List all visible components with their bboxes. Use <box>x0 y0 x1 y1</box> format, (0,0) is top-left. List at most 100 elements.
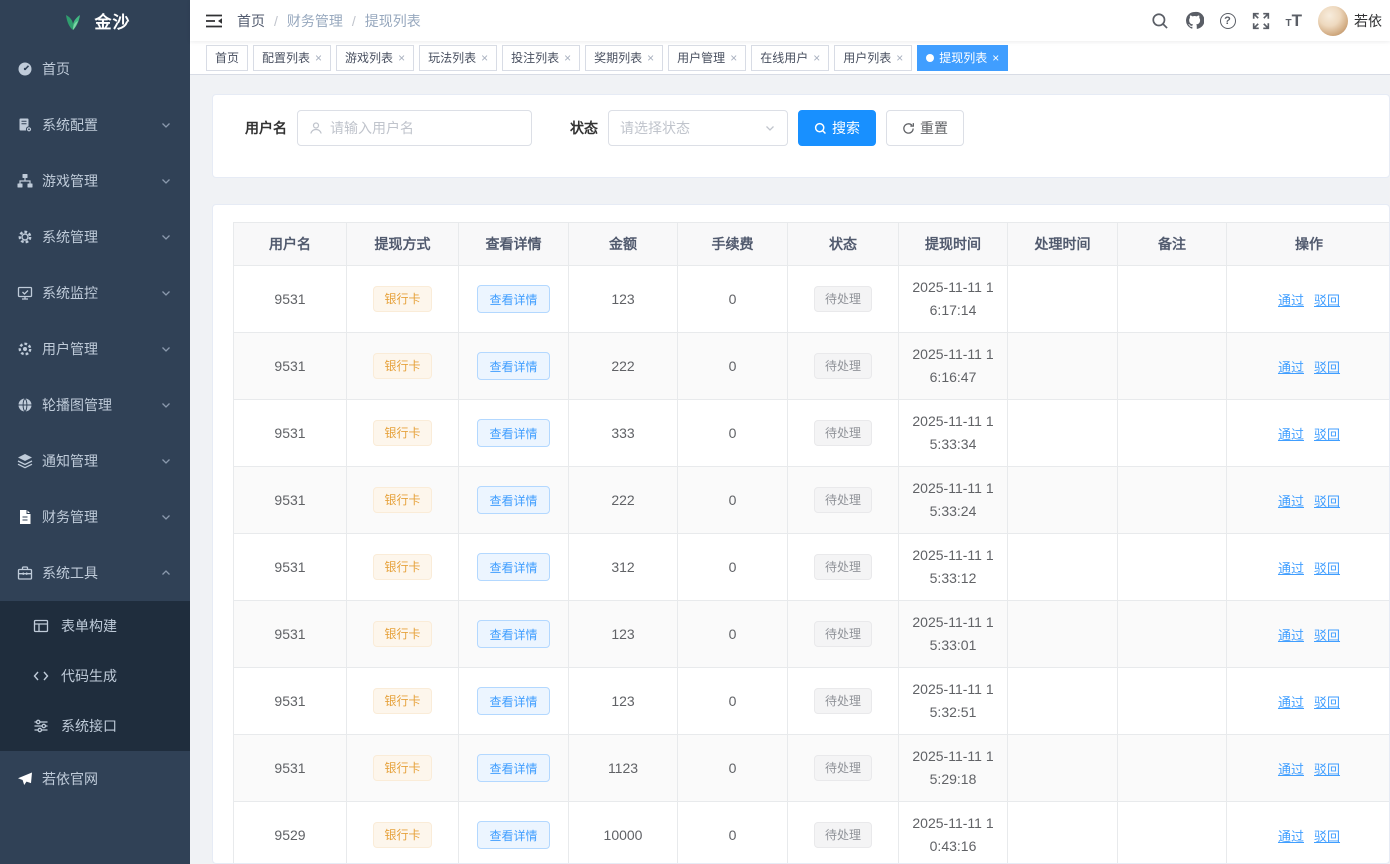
github-icon[interactable] <box>1185 11 1204 30</box>
cell-process-time <box>1008 668 1118 735</box>
cell-username: 9529 <box>234 802 347 864</box>
view-detail-button[interactable]: 查看详情 <box>477 754 549 782</box>
help-icon[interactable]: ? <box>1220 13 1236 29</box>
search-button[interactable]: 搜索 <box>798 110 876 146</box>
cell-username: 9531 <box>234 601 347 668</box>
reject-link[interactable]: 驳回 <box>1314 293 1340 308</box>
user-menu[interactable]: 若依 <box>1318 6 1382 36</box>
tab-config-list[interactable]: 配置列表× <box>253 45 331 71</box>
sidebar-item-home[interactable]: 首页 <box>0 41 190 97</box>
cell-fee: 0 <box>678 534 788 601</box>
view-detail-button[interactable]: 查看详情 <box>477 687 549 715</box>
close-tab-icon[interactable]: × <box>315 51 322 65</box>
reject-link[interactable]: 驳回 <box>1314 360 1340 375</box>
close-tab-icon[interactable]: × <box>481 51 488 65</box>
username-input[interactable] <box>330 120 520 136</box>
col-fee: 手续费 <box>678 223 788 266</box>
approve-link[interactable]: 通过 <box>1278 628 1304 643</box>
close-tab-icon[interactable]: × <box>730 51 737 65</box>
tab-withdraw-list[interactable]: 提现列表× <box>917 45 1008 71</box>
approve-link[interactable]: 通过 <box>1278 427 1304 442</box>
cell-process-time <box>1008 601 1118 668</box>
fullscreen-icon[interactable] <box>1252 12 1270 30</box>
tab-game-list[interactable]: 游戏列表× <box>336 45 414 71</box>
sidebar-toggle-icon[interactable] <box>190 13 237 29</box>
approve-link[interactable]: 通过 <box>1278 829 1304 844</box>
approve-link[interactable]: 通过 <box>1278 360 1304 375</box>
username-input-wrap <box>297 110 532 146</box>
reject-link[interactable]: 驳回 <box>1314 762 1340 777</box>
reject-link[interactable]: 驳回 <box>1314 561 1340 576</box>
view-detail-button[interactable]: 查看详情 <box>477 352 549 380</box>
sidebar-item-system-api[interactable]: 系统接口 <box>0 701 190 751</box>
approve-link[interactable]: 通过 <box>1278 293 1304 308</box>
reject-link[interactable]: 驳回 <box>1314 695 1340 710</box>
sidebar-item-system-config[interactable]: 系统配置 <box>0 97 190 153</box>
sidebar-item-code-gen[interactable]: 代码生成 <box>0 651 190 701</box>
logo[interactable]: 金沙 <box>0 0 190 41</box>
view-detail-button[interactable]: 查看详情 <box>477 486 549 514</box>
view-detail-button[interactable]: 查看详情 <box>477 620 549 648</box>
sidebar-item-carousel-mgmt[interactable]: 轮播图管理 <box>0 377 190 433</box>
font-size-icon[interactable]: TT <box>1286 12 1303 29</box>
sidebar-item-game-mgmt[interactable]: 游戏管理 <box>0 153 190 209</box>
view-detail-button[interactable]: 查看详情 <box>477 553 549 581</box>
sidebar-item-label: 首页 <box>42 59 70 79</box>
view-detail-button[interactable]: 查看详情 <box>477 419 549 447</box>
close-tab-icon[interactable]: × <box>647 51 654 65</box>
sidebar-item-system-tools[interactable]: 系统工具 <box>0 545 190 601</box>
sidebar-item-notice-mgmt[interactable]: 通知管理 <box>0 433 190 489</box>
close-tab-icon[interactable]: × <box>398 51 405 65</box>
cell-withdraw-time: 2025-11-11 15:33:01 <box>899 601 1008 668</box>
approve-link[interactable]: 通过 <box>1278 762 1304 777</box>
username: 若依 <box>1354 11 1382 31</box>
sidebar-item-finance-mgmt[interactable]: 财务管理 <box>0 489 190 545</box>
search-icon[interactable] <box>1151 12 1169 30</box>
breadcrumb-home[interactable]: 首页 <box>237 11 265 31</box>
sidebar-item-user-mgmt[interactable]: 用户管理 <box>0 321 190 377</box>
view-detail-button[interactable]: 查看详情 <box>477 285 549 313</box>
view-detail-button[interactable]: 查看详情 <box>477 821 549 849</box>
tab-user-mgmt[interactable]: 用户管理× <box>668 45 746 71</box>
avatar <box>1318 6 1348 36</box>
reject-link[interactable]: 驳回 <box>1314 829 1340 844</box>
username-filter-label: 用户名 <box>245 110 287 146</box>
tab-play-list[interactable]: 玩法列表× <box>419 45 497 71</box>
close-tab-icon[interactable]: × <box>564 51 571 65</box>
approve-link[interactable]: 通过 <box>1278 561 1304 576</box>
reset-button[interactable]: 重置 <box>886 110 964 146</box>
close-tab-icon[interactable]: × <box>896 51 903 65</box>
sidebar: 金沙 首页 系统配置 游戏管理 <box>0 0 190 864</box>
approve-link[interactable]: 通过 <box>1278 695 1304 710</box>
page-content: 用户名 状态 请选择状态 <box>190 75 1390 864</box>
cell-status: 待处理 <box>788 601 899 668</box>
cell-username: 9531 <box>234 266 347 333</box>
chevron-down-icon <box>160 511 172 523</box>
cell-remark <box>1118 333 1227 400</box>
tab-home[interactable]: 首页 <box>206 45 248 71</box>
sidebar-item-label: 系统工具 <box>42 563 98 583</box>
close-tab-icon[interactable]: × <box>813 51 820 65</box>
approve-link[interactable]: 通过 <box>1278 494 1304 509</box>
sidebar-item-system-mgmt[interactable]: 系统管理 <box>0 209 190 265</box>
sidebar-item-system-monitor[interactable]: 系统监控 <box>0 265 190 321</box>
cell-remark <box>1118 266 1227 333</box>
reject-link[interactable]: 驳回 <box>1314 427 1340 442</box>
reject-link[interactable]: 驳回 <box>1314 494 1340 509</box>
close-tab-icon[interactable]: × <box>992 51 999 65</box>
cell-method: 银行卡 <box>347 400 459 467</box>
tab-online-users[interactable]: 在线用户× <box>751 45 829 71</box>
status-select[interactable]: 请选择状态 <box>608 110 788 146</box>
cell-amount: 1123 <box>569 735 678 802</box>
cell-status: 待处理 <box>788 668 899 735</box>
cell-status: 待处理 <box>788 802 899 864</box>
sidebar-item-label: 代码生成 <box>61 666 117 686</box>
tab-bet-list[interactable]: 投注列表× <box>502 45 580 71</box>
table-row: 9531 银行卡 查看详情 123 0 待处理 2025-11-11 16:17… <box>234 266 1390 333</box>
tab-period-list[interactable]: 奖期列表× <box>585 45 663 71</box>
tab-user-list[interactable]: 用户列表× <box>834 45 912 71</box>
sidebar-item-ruoyi-site[interactable]: 若依官网 <box>0 751 190 807</box>
chevron-down-icon <box>160 287 172 299</box>
reject-link[interactable]: 驳回 <box>1314 628 1340 643</box>
sidebar-item-form-builder[interactable]: 表单构建 <box>0 601 190 651</box>
